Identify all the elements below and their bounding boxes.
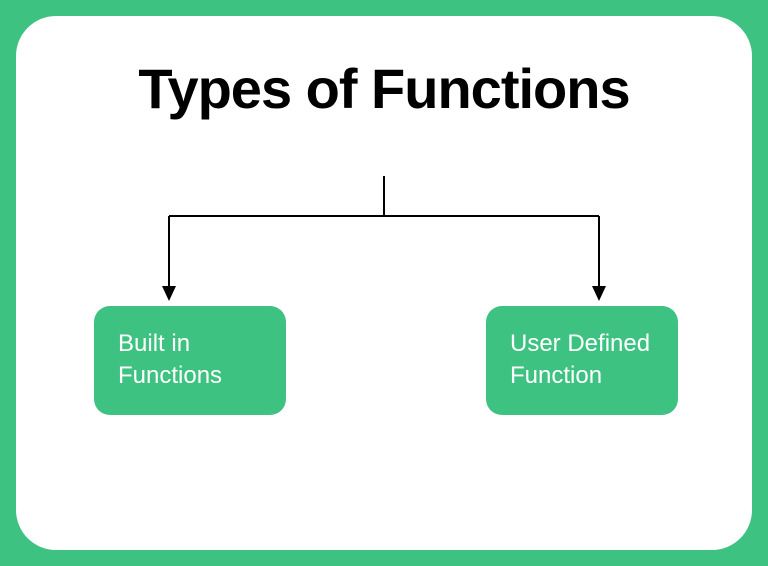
leaf-built-in-functions: Built in Functions [94,306,286,415]
diagram-title: Types of Functions [56,56,712,121]
leaf-label: Built in Functions [118,330,222,389]
diagram-panel: Types of Functions Built in Functions Us… [16,16,752,550]
leaf-label: User Defined Function [510,330,650,389]
connector-lines [104,176,664,306]
leaf-user-defined-function: User Defined Function [486,306,678,415]
